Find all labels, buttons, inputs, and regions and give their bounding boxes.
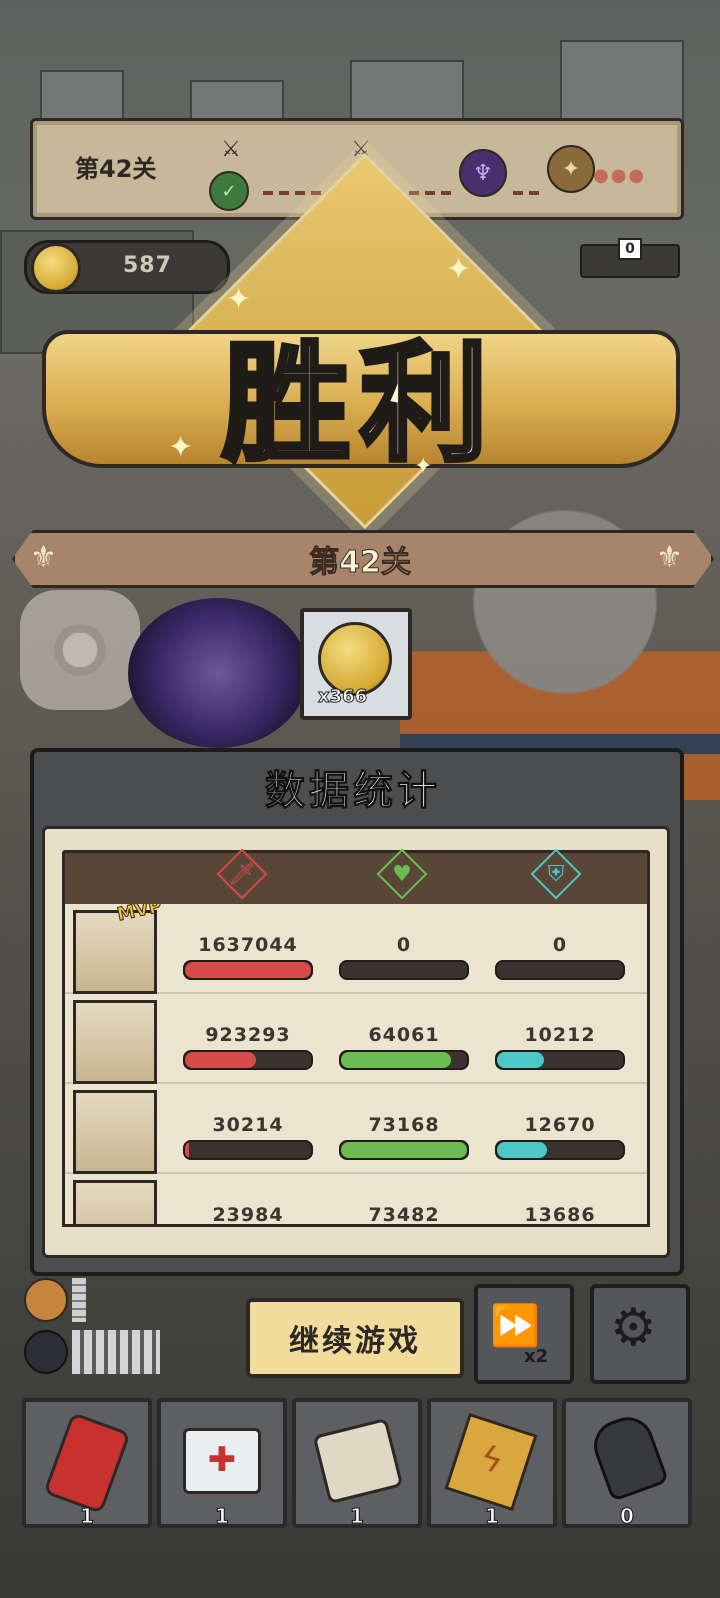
shield-value: 10212 — [524, 1024, 596, 1046]
squad-indicator — [24, 1278, 174, 1388]
item-slot-bomb[interactable]: 0 — [562, 1398, 692, 1529]
heal-value: 73482 — [368, 1204, 440, 1226]
crossed-swords-icon: ⚔ — [221, 136, 241, 162]
speed-toggle-button[interactable]: ⏩ x2 — [474, 1284, 574, 1384]
shield-bar — [495, 1140, 625, 1160]
shield-value: 12670 — [524, 1114, 596, 1136]
scroll-quill-icon — [312, 1417, 404, 1505]
unit-cat-icon — [24, 1278, 68, 1322]
item-count: 1 — [350, 1504, 365, 1529]
enemy-skull-pile — [20, 590, 140, 710]
sparkle-icon: ✦ — [226, 282, 252, 317]
coin-value: 587 — [123, 253, 172, 278]
heal-value: 0 — [396, 934, 412, 956]
speed-label: x2 — [524, 1346, 549, 1367]
damage-value: 1637044 — [198, 934, 298, 956]
settings-button[interactable]: ⚙ — [590, 1284, 690, 1384]
level-banner-label: 第42关 — [309, 545, 412, 581]
shadow-enemy — [128, 598, 308, 748]
check-icon: ✓ — [209, 171, 249, 211]
damage-bar-fill — [185, 962, 311, 978]
victory-title: 胜利 — [219, 327, 498, 482]
sparkle-icon: ✦ — [414, 454, 433, 479]
heal-value: 73168 — [368, 1114, 440, 1136]
progress-dots: ●●● — [593, 165, 647, 186]
shield-bar-fill — [497, 1052, 544, 1068]
item-count: 1 — [80, 1504, 95, 1529]
heal-value: 64061 — [368, 1024, 440, 1046]
reward-count: x366 — [317, 686, 368, 708]
path-dash — [513, 191, 543, 195]
unit-hp-bars — [72, 1330, 160, 1374]
heal-heart-icon: ♥ — [380, 852, 424, 896]
continue-game-button[interactable]: 继续游戏 — [246, 1298, 464, 1378]
damage-bar-fill — [185, 1142, 189, 1158]
enemy-hp-bar: 0 — [580, 238, 680, 278]
item-slot-first-aid[interactable]: ✚ 1 — [157, 1398, 287, 1529]
sword-icon: 🗡 — [220, 852, 264, 896]
stats-row: 30214 73168 12670 — [65, 1084, 647, 1174]
stats-title: 数据统计 — [265, 768, 441, 815]
shield-bar — [495, 960, 625, 980]
hero-portrait-wolf — [73, 910, 157, 994]
hero-portrait-wolf — [73, 1000, 157, 1084]
damage-value: 23984 — [212, 1204, 284, 1226]
enemy-counter: 0 — [618, 238, 642, 260]
heal-bar — [339, 1140, 469, 1160]
shield-value: 0 — [552, 934, 568, 956]
damage-bar — [183, 960, 313, 980]
cola-can-icon — [43, 1411, 131, 1515]
sparkle-icon: ✦ — [446, 252, 472, 287]
damage-bar — [183, 1140, 313, 1160]
shield-bar — [495, 1050, 625, 1070]
damage-value: 30214 — [212, 1114, 284, 1136]
fast-forward-icon: ⏩ — [490, 1303, 540, 1349]
shield-value: 13686 — [524, 1204, 596, 1226]
demon-head-icon: ♆ — [459, 149, 507, 197]
damage-bar — [183, 1050, 313, 1070]
damage-value: 923293 — [205, 1024, 291, 1046]
heal-bar — [339, 1050, 469, 1070]
coin-icon — [31, 243, 81, 293]
stats-row: 23984 73482 13686 — [65, 1174, 647, 1226]
unit-ninja-icon — [24, 1330, 68, 1374]
bomb-icon — [586, 1410, 670, 1502]
shield-icon: ⛨ — [534, 852, 578, 896]
lightning-map-icon: ϟ — [444, 1412, 538, 1512]
heal-bar-fill — [341, 1142, 467, 1158]
stats-row: MVP 1637044 0 0 — [65, 904, 647, 994]
coin-counter: 587 — [24, 240, 230, 294]
item-slot-map[interactable]: ϟ 1 — [427, 1398, 557, 1529]
hero-portrait-cat — [73, 1090, 157, 1174]
coin-icon — [318, 622, 392, 696]
heal-bar — [339, 960, 469, 980]
shield-bar-fill — [497, 1142, 548, 1158]
unit-hp-bars — [72, 1278, 86, 1322]
heal-bar-fill — [341, 1052, 451, 1068]
sparkle-icon: ✦ — [168, 430, 194, 465]
treasure-bag-icon: ✦ — [547, 145, 595, 193]
item-count: 1 — [215, 1504, 230, 1529]
hero-portrait-cat — [73, 1180, 157, 1224]
stats-list[interactable]: MVP 1637044 0 0 923293 64061 10212 30214… — [62, 904, 650, 1227]
item-count: 1 — [485, 1504, 500, 1529]
item-slot-scroll[interactable]: 1 — [292, 1398, 422, 1529]
gear-icon: ⚙ — [610, 1298, 657, 1358]
first-aid-kit-icon: ✚ — [183, 1428, 261, 1494]
stats-row: 923293 64061 10212 — [65, 994, 647, 1084]
stage-label: 第42关 — [75, 155, 157, 183]
item-slot-cola[interactable]: 1 — [22, 1398, 152, 1529]
item-count: 0 — [620, 1504, 635, 1529]
damage-bar-fill — [185, 1052, 256, 1068]
